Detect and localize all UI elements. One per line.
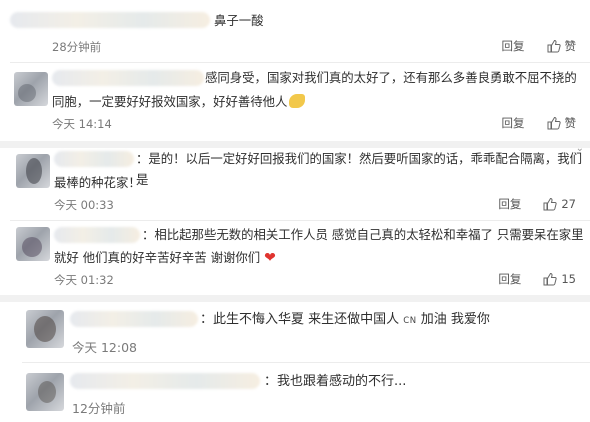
avatar [14, 72, 48, 106]
comment-time: 今天 12:08 [72, 340, 137, 355]
like-button[interactable]: 15 [543, 272, 576, 286]
comment-time: 28分钟前 [52, 40, 102, 54]
avatar [16, 227, 50, 261]
comment-4: ：相比起那些无数的相关工作人员 感觉自己真的太轻松和幸福了 只需要呆在家里 就好… [0, 221, 590, 295]
comment-5: ：此生不悔入华夏 来生还做中国人 CN 加油 我爱你 今天 12:08 [0, 302, 590, 362]
avatar [26, 373, 64, 411]
reply-button[interactable]: 回复 [498, 271, 521, 287]
comment-text-line1: ：相比起那些无数的相关工作人员 感觉自己真的太轻松和幸福了 只需要呆在家里 [142, 227, 584, 242]
section-separator [0, 141, 590, 148]
comment-time: 今天 14:14 [52, 117, 112, 131]
comment-text: ：我也跟着感动的不行... [264, 374, 407, 389]
thumb-up-icon [543, 197, 558, 211]
like-count: 赞 [564, 39, 577, 53]
cn-flag-mark: CN [403, 316, 417, 326]
comment-text-line2: 就好 他们真的好辛苦好辛苦 谢谢你们 ❤ [54, 247, 276, 269]
comment-text: 鼻子一酸 [214, 13, 264, 28]
comment-time: 今天 01:32 [54, 273, 114, 287]
like-count: 15 [561, 272, 576, 286]
blurred-username [54, 151, 134, 167]
comment-time: 12分钟前 [72, 401, 126, 416]
reply-button[interactable]: 回复 [498, 196, 521, 212]
comment-1: 鼻子一酸 28分钟前 回复 赞 [0, 0, 590, 62]
comment-text-line2: 同胞，一定要好好报效国家，好好善待他人 [52, 91, 306, 112]
like-button[interactable]: 赞 [547, 115, 577, 131]
reply-button[interactable]: 回复 [502, 38, 525, 54]
comment-2: 感同身受，国家对我们真的太好了，还有那么多善良勇敢不屈不挠的 同胞，一定要好好报… [0, 62, 590, 142]
section-separator [0, 295, 590, 302]
flexed-biceps-emoji [289, 94, 306, 108]
comment-text-line2: 最棒的种花家！ [54, 175, 141, 190]
avatar [16, 154, 50, 188]
comment-3: ：是的！以后一定好好回报我们的国家！然后要听国家的话，乖乖配合隔离，我们是 最棒… [0, 148, 590, 220]
thumb-up-icon [543, 272, 558, 286]
reply-button[interactable]: 回复 [502, 115, 525, 131]
like-count: 27 [561, 197, 576, 211]
comment-text-line1: 感同身受，国家对我们真的太好了，还有那么多善良勇敢不屈不挠的 [205, 70, 577, 85]
blurred-username [52, 70, 204, 86]
like-button[interactable]: 27 [543, 197, 576, 211]
blurred-username [70, 373, 260, 389]
thumb-up-icon [547, 116, 561, 130]
comment-text: ：此生不悔入华夏 来生还做中国人 CN 加油 我爱你 [200, 312, 490, 327]
comment-feed: 鼻子一酸 28分钟前 回复 赞 感同身受，国家对我们真的太好了，还有那么多善良勇… [0, 0, 590, 422]
like-count: 赞 [564, 116, 577, 130]
comment-time: 今天 00:33 [54, 198, 114, 212]
comment-text-line1: ：是的！以后一定好好回报我们的国家！然后要听国家的话，乖乖配合隔离，我们是 [136, 151, 583, 187]
heart-emoji: ❤ [264, 250, 276, 266]
thumb-up-icon [547, 39, 561, 53]
blurred-username [54, 227, 140, 243]
blurred-username [10, 12, 210, 28]
blurred-username [70, 311, 198, 327]
avatar [26, 310, 64, 348]
like-button[interactable]: 赞 [547, 38, 577, 54]
comment-6: ：我也跟着感动的不行... 12分钟前 [0, 363, 590, 422]
